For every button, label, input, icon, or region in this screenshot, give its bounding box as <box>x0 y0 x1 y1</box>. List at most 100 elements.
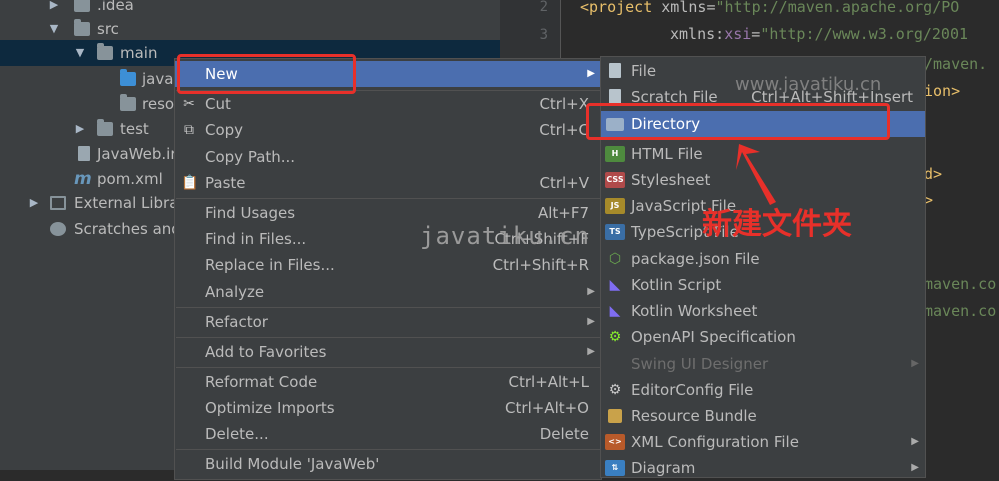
kotlin-icon: ◣ <box>609 277 621 293</box>
menu-item-label: Cut <box>205 95 231 113</box>
source-folder-icon <box>120 69 136 86</box>
chevron-right-icon[interactable]: ▶ <box>74 116 86 142</box>
submenu-item-editorconfig[interactable]: ⚙ EditorConfig File <box>601 377 925 403</box>
html-file-icon: H <box>605 146 625 162</box>
gear-icon: ⚙ <box>608 382 622 398</box>
menu-item-label: Add to Favorites <box>205 343 327 361</box>
code-token: "http://maven.apache.org/PO <box>715 0 960 16</box>
submenu-item-package-json[interactable]: ⬡ package.json File <box>601 246 925 272</box>
menu-item-cut[interactable]: ✂ Cut Ctrl+X <box>175 91 601 117</box>
menu-shortcut: Ctrl+Shift+R <box>492 256 589 274</box>
scratch-file-icon <box>609 89 621 104</box>
tree-item-label: java <box>142 70 174 88</box>
code-token: : <box>715 25 725 43</box>
menu-separator <box>176 307 600 308</box>
submenu-item-swing-ui-designer[interactable]: Swing UI Designer ▶ <box>601 351 925 377</box>
module-file-icon <box>78 146 90 161</box>
menu-item-label: Find in Files... <box>205 230 307 248</box>
submenu-item-resource-bundle[interactable]: Resource Bundle <box>601 403 925 429</box>
menu-item-label: Refactor <box>205 313 268 331</box>
submenu-arrow-icon: ▶ <box>911 358 919 369</box>
submenu-item-openapi[interactable]: ⚙ OpenAPI Specification <box>601 324 925 350</box>
menu-item-label: package.json File <box>631 250 760 268</box>
tree-item-label: Scratches and <box>74 220 181 238</box>
maven-icon: m <box>74 169 92 189</box>
code-token: xmlns <box>670 25 716 43</box>
menu-item-label: Resource Bundle <box>631 407 757 425</box>
watermark: www.javatiku.cn <box>735 74 882 95</box>
menu-item-paste[interactable]: 📋 Paste Ctrl+V <box>175 170 601 196</box>
chevron-down-icon[interactable]: ▼ <box>48 16 60 42</box>
openapi-icon: ⚙ <box>608 329 622 345</box>
code-token: xsi <box>724 25 752 43</box>
scissors-icon: ✂ <box>183 96 195 112</box>
menu-item-copy[interactable]: ⧉ Copy Ctrl+C <box>175 117 601 143</box>
menu-separator <box>176 337 600 338</box>
tree-item-label: reso <box>142 95 175 113</box>
submenu-arrow-icon: ▶ <box>587 346 595 357</box>
menu-item-label: Reformat Code <box>205 373 318 391</box>
menu-item-label: Copy Path... <box>205 148 296 166</box>
tree-item-label: src <box>97 20 119 38</box>
submenu-arrow-icon: ▶ <box>587 286 595 297</box>
line-number: 2 <box>539 0 548 15</box>
submenu-arrow-icon: ▶ <box>911 436 919 447</box>
file-icon <box>609 63 621 78</box>
menu-item-label: Copy <box>205 121 244 139</box>
menu-item-label: Optimize Imports <box>205 399 335 417</box>
menu-item-replace-in-files[interactable]: Replace in Files... Ctrl+Shift+R <box>175 252 601 278</box>
menu-item-label: Kotlin Script <box>631 276 722 294</box>
chevron-down-icon[interactable]: ▼ <box>74 40 86 66</box>
menu-item-label: Stylesheet <box>631 171 711 189</box>
folder-icon <box>74 19 90 36</box>
submenu-item-kotlin-script[interactable]: ◣ Kotlin Script <box>601 272 925 298</box>
highlight-box-new <box>177 54 356 94</box>
code-line: /maven. <box>924 55 988 73</box>
tree-item-label: main <box>120 44 158 62</box>
menu-item-reformat-code[interactable]: Reformat Code Ctrl+Alt+L <box>175 369 601 395</box>
folder-icon <box>74 0 90 12</box>
chevron-right-icon[interactable]: ▶ <box>28 190 40 216</box>
menu-separator <box>176 449 600 450</box>
code-token: xmlns <box>661 0 707 16</box>
diagram-icon: ⇅ <box>605 460 625 476</box>
menu-item-delete[interactable]: Delete... Delete <box>175 421 601 447</box>
css-file-icon: CSS <box>605 172 625 188</box>
tree-item-src[interactable]: ▼ src <box>0 16 500 42</box>
menu-item-label: Replace in Files... <box>205 256 335 274</box>
code-line: ion> <box>924 82 961 100</box>
menu-item-refactor[interactable]: Refactor ▶ <box>175 309 601 335</box>
menu-separator <box>176 367 600 368</box>
menu-item-copy-path[interactable]: Copy Path... <box>175 144 601 170</box>
code-token: <project <box>580 0 653 16</box>
resources-folder-icon <box>120 94 136 111</box>
menu-item-analyze[interactable]: Analyze ▶ <box>175 279 601 305</box>
kotlin-icon: ◣ <box>609 303 621 319</box>
tree-item-label: External Librar <box>74 194 185 212</box>
menu-item-label: Swing UI Designer <box>631 355 769 373</box>
tree-item-label: pom.xml <box>97 170 163 188</box>
menu-item-build-module[interactable]: Build Module 'JavaWeb' <box>175 451 601 477</box>
submenu-item-kotlin-worksheet[interactable]: ◣ Kotlin Worksheet <box>601 298 925 324</box>
menu-item-label: XML Configuration File <box>631 433 799 451</box>
menu-item-label: Find Usages <box>205 204 296 222</box>
annotation-text: 新建文件夹 <box>702 207 852 242</box>
menu-item-label: File <box>631 62 657 80</box>
code-line: d> <box>924 165 943 183</box>
copy-icon: ⧉ <box>184 122 194 138</box>
highlight-box-directory <box>586 103 890 140</box>
submenu-item-diagram[interactable]: ⇅ Diagram ▶ <box>601 455 925 481</box>
menu-item-label: Delete... <box>205 425 269 443</box>
code-line: maven.co <box>924 275 997 293</box>
menu-item-label: Kotlin Worksheet <box>631 302 758 320</box>
submenu-item-xml-configuration-file[interactable]: <> XML Configuration File ▶ <box>601 429 925 455</box>
xml-icon: <> <box>605 434 625 450</box>
menu-shortcut: Ctrl+C <box>539 121 589 139</box>
menu-item-add-to-favorites[interactable]: Add to Favorites ▶ <box>175 339 601 365</box>
scratches-icon <box>50 222 66 236</box>
menu-item-label: OpenAPI Specification <box>631 328 796 346</box>
tree-item-label: JavaWeb.ir <box>97 145 177 163</box>
context-menu: New ▶ ✂ Cut Ctrl+X ⧉ Copy Ctrl+C Copy Pa… <box>174 58 602 480</box>
submenu-arrow-icon: ▶ <box>587 316 595 327</box>
menu-item-optimize-imports[interactable]: Optimize Imports Ctrl+Alt+O <box>175 395 601 421</box>
